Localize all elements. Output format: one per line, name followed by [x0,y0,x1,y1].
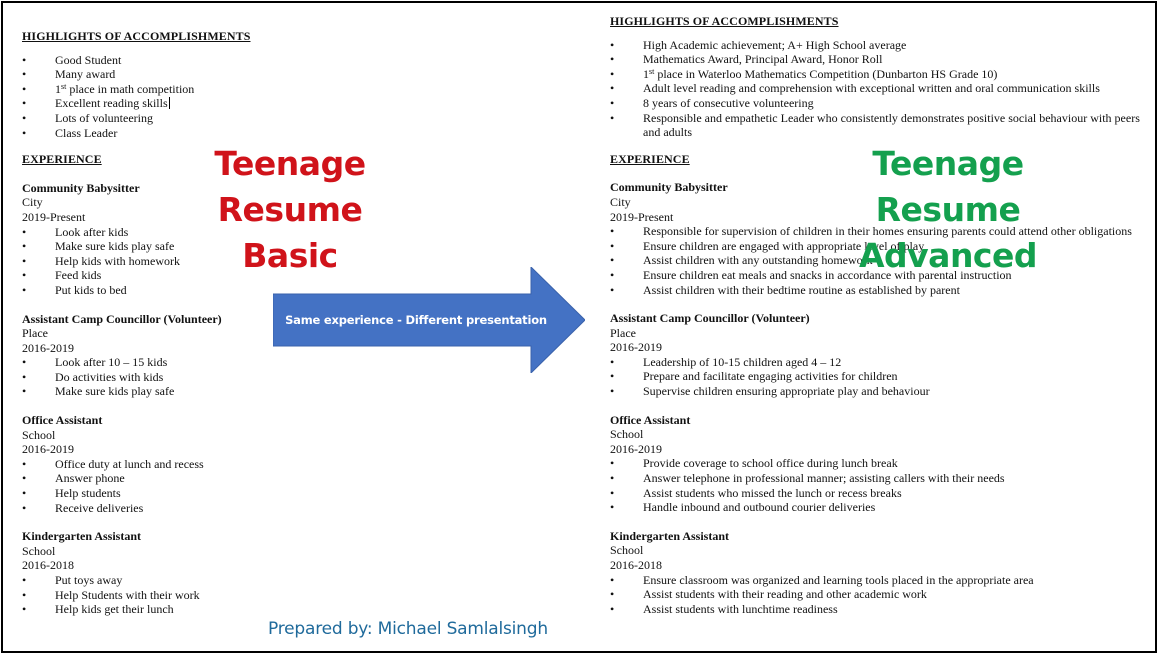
advanced-resume: HIGHLIGHTS OF ACCOMPLISHMENTS High Acade… [610,14,1140,616]
duty-item: Handle inbound and outbound courier deli… [610,500,1140,515]
duty-item: Supervise children ensuring appropriate … [610,384,1140,399]
duty-item: Answer telephone in professional manner;… [610,471,1140,486]
banner-line: Teenage Resume [872,144,1024,229]
duty-item: Assist students with lunchtime readiness [610,602,1140,617]
duty-item: Provide coverage to school office during… [610,456,1140,471]
job-entry: Office AssistantSchool2016-2019Provide c… [610,413,1140,515]
duty-item: Help students [22,486,442,501]
duty-item: Prepare and facilitate engaging activiti… [610,369,1140,384]
duty-item: Assist students with their reading and o… [610,587,1140,602]
duty-item: Answer phone [22,471,442,486]
banner-line: Teenage Resume [214,144,366,229]
highlight-item: Class Leader [22,126,442,141]
job-dates: 2016-2018 [22,558,74,573]
highlights-list: High Academic achievement; A+ High Schoo… [610,38,1140,140]
highlight-item: Good Student [22,53,442,68]
ordinal-suffix: st [61,81,67,91]
duty-list: Leadership of 10-15 children aged 4 – 12… [610,355,1140,399]
job-dates: 2016-2019 [610,441,662,456]
duty-list: Ensure classroom was organized and learn… [610,573,1140,617]
job-entry: Assistant Camp Councillor (Volunteer) Pla… [610,311,1140,399]
comparison-arrow: Same experience - Different presentation [273,267,585,373]
job-location: School [610,427,644,442]
ordinal-suffix: st [649,66,655,76]
duty-item: Make sure kids play safe [22,384,442,399]
highlight-item: Responsible and empathetic Leader who co… [610,111,1140,140]
highlight-item: High Academic achievement; A+ High Schoo… [610,38,1140,53]
duty-item: Leadership of 10-15 children aged 4 – 12 [610,355,1140,370]
job-dates: 2016-2018 [610,558,662,572]
duty-list: Office duty at lunch and recessAnswer ph… [22,457,442,515]
banner-line: Advanced [859,236,1038,275]
text-cursor [168,97,170,110]
basic-banner-title: Teenage Resume Basic [140,141,440,279]
highlight-item: 1st place in Waterloo Mathematics Compet… [610,67,1140,82]
duty-item: Receive deliveries [22,501,442,516]
duty-list: Put toys awayHelp Students with their wo… [22,573,442,617]
job-entry: Kindergarten AssistantSchool2016-2018Put… [22,529,442,617]
job-dates: 2016-2019 [22,442,74,457]
duty-item: Help Students with their work [22,588,442,603]
job-location: School [22,427,56,442]
job-title: Office Assistant [610,412,691,427]
job-title: Kindergarten Assistant [610,528,730,543]
highlight-item: Adult level reading and comprehension wi… [610,81,1140,96]
highlight-item: Excellent reading skills [22,96,442,111]
highlight-item: Lots of volunteering [22,111,442,126]
highlight-item: Mathematics Award, Principal Award, Hono… [610,52,1140,67]
duty-item: Assist children with their bedtime routi… [610,283,1140,298]
highlight-item: 1st place in math competition [22,82,442,97]
job-dates: 2016-2019 [610,340,662,355]
duty-item: Ensure classroom was organized and learn… [610,573,1140,588]
job-location: Place [610,325,636,340]
job-title: Assistant Camp Councillor (Volunteer) [610,311,810,326]
author-credit: Prepared by: Michael Samlalsingh [268,619,548,639]
duty-list: Provide coverage to school office during… [610,456,1140,514]
job-title: Kindergarten Assistant [22,529,142,544]
job-title: Office Assistant [22,413,103,428]
job-location: School [22,543,56,558]
advanced-banner-title: Teenage Resume Advanced [798,141,1098,279]
job-location: School [610,543,644,558]
duty-item: Assist students who missed the lunch or … [610,486,1140,501]
highlight-item: 8 years of consecutive volunteering [610,96,1140,111]
duty-item: Office duty at lunch and recess [22,457,442,472]
duty-item: Put toys away [22,573,442,588]
highlights-list: Good StudentMany award1st place in math … [22,53,442,141]
duty-item: Help kids get their lunch [22,602,442,617]
highlights-heading: HIGHLIGHTS OF ACCOMPLISHMENTS [610,14,839,28]
job-entry: Office AssistantSchool2016-2019Office du… [22,413,442,515]
highlights-heading: HIGHLIGHTS OF ACCOMPLISHMENTS [22,29,251,43]
highlight-item: Many award [22,67,442,82]
job-entry: Kindergarten AssistantSchool2016-2018Ens… [610,529,1140,617]
arrow-label: Same experience - Different presentation [285,313,547,327]
